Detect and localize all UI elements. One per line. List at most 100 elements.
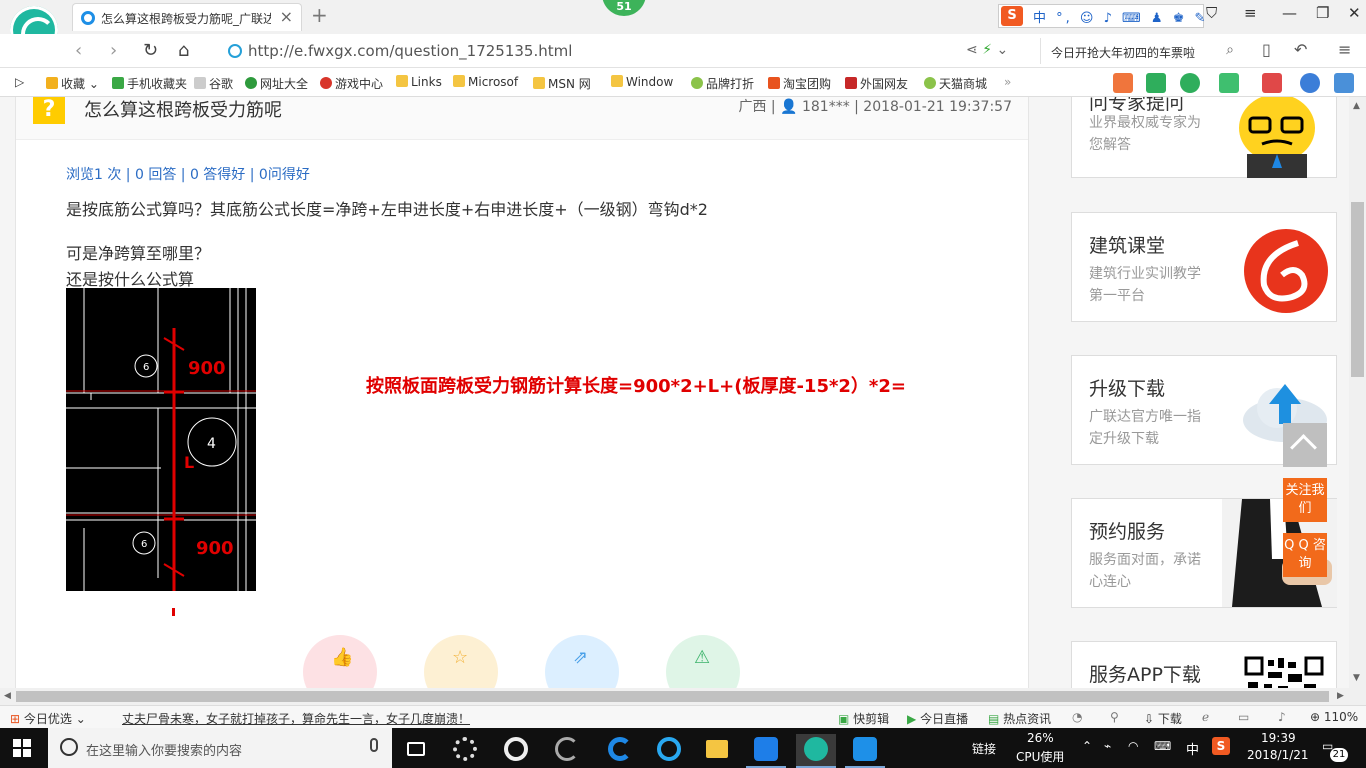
side-card-course[interactable]: 建筑课堂 建筑行业实训教学第一平台 — [1071, 212, 1337, 322]
360-browser-icon[interactable] — [496, 734, 536, 768]
more-menu-icon[interactable]: ≡ — [1338, 40, 1351, 59]
apps-icon[interactable] — [1334, 73, 1354, 93]
like-button[interactable]: 👍 — [303, 635, 377, 688]
side-card-app[interactable]: 服务APP下载 — [1071, 641, 1337, 688]
fav-item[interactable]: 游戏中心 — [320, 75, 383, 92]
swirl-app-icon[interactable] — [547, 734, 587, 768]
browser-taskbar-icon[interactable] — [796, 734, 836, 768]
clock-time[interactable]: 19:39 — [1261, 731, 1296, 745]
folder-icon — [611, 75, 623, 87]
fav-item[interactable]: Window — [611, 75, 673, 89]
shield-icon[interactable] — [1180, 73, 1200, 93]
usb-icon[interactable]: ⌁ — [1104, 739, 1111, 753]
horizontal-scrollbar[interactable]: ◀ ▶ — [0, 688, 1366, 705]
cad-dimension-tail — [172, 608, 175, 616]
file-explorer-icon[interactable] — [698, 734, 738, 768]
back-to-top-button[interactable] — [1283, 423, 1327, 467]
pin-icon[interactable]: ⚲ — [1110, 710, 1119, 724]
qq-consult-button[interactable]: Q Q 咨询 — [1283, 533, 1327, 577]
menu-icon[interactable]: ≡ — [1244, 4, 1257, 22]
share-icon[interactable]: ⋖ ⚡ ⌄ — [966, 42, 1008, 58]
news-ticker-link[interactable]: 丈夫尸骨未寒，女子就打掉孩子，算命先生一言，女子几度崩溃！ — [122, 710, 470, 727]
minimize-button[interactable]: — — [1282, 4, 1297, 22]
kuaijian-button[interactable]: ▣ 快剪辑 — [838, 710, 889, 727]
clock-date[interactable]: 2018/1/21 — [1247, 748, 1309, 762]
search-box[interactable]: 今日开抢大年初四的车票啦 ⌕ — [1040, 38, 1240, 64]
tray-expand-icon[interactable]: ⌃ — [1082, 739, 1092, 753]
scissors-icon[interactable] — [1262, 73, 1282, 93]
vertical-scrollbar[interactable]: ▲ ▼ — [1349, 97, 1366, 688]
search-icon[interactable]: ⌕ — [1226, 42, 1234, 58]
scroll-left-icon[interactable]: ◀ — [4, 691, 11, 701]
task-view-icon[interactable] — [396, 734, 436, 768]
tab-close-icon[interactable]: × — [280, 7, 293, 26]
ime-indicator[interactable]: 中 — [1186, 739, 1199, 758]
speed-icon[interactable]: ◔ — [1072, 710, 1082, 724]
maximize-button[interactable]: ❐ — [1316, 4, 1329, 22]
taskbar-search-box[interactable]: 在这里输入你要搜索的内容 — [48, 728, 392, 768]
follow-us-button[interactable]: 关注我们 — [1283, 478, 1327, 522]
skin-icon[interactable]: ⛉ — [1206, 4, 1217, 22]
url-field[interactable]: http://e.fwxgx.com/question_1725135.html — [220, 38, 1034, 64]
fav-item[interactable]: Links — [396, 75, 442, 89]
side-card-expert[interactable]: 问专家提问 业界最权威专家为您解答 — [1071, 97, 1337, 178]
fav-item[interactable]: Microsof — [453, 75, 518, 89]
ie-mode-icon[interactable]: ℯ — [1202, 710, 1209, 724]
back-icon[interactable]: ‹ — [75, 40, 82, 61]
wifi-icon[interactable]: ◠ — [1128, 739, 1138, 753]
new-tab-button[interactable]: + — [311, 3, 328, 27]
zoom-level[interactable]: ⊕ 110% — [1310, 710, 1358, 724]
vertical-scroll-thumb[interactable] — [1351, 202, 1364, 377]
fav-item[interactable]: 品牌打折 — [691, 75, 754, 92]
forward-icon[interactable]: › — [110, 40, 117, 61]
download-button[interactable]: ⇩ 下载 — [1144, 710, 1182, 727]
report-button[interactable]: ⚠ — [666, 635, 740, 688]
daily-picks[interactable]: ⊞ 今日优选 ⌄ — [10, 710, 86, 727]
fav-item[interactable]: 天猫商城 — [924, 75, 987, 92]
plus-app-icon[interactable] — [845, 734, 885, 768]
keyboard-icon[interactable]: ⌨ — [1154, 739, 1171, 753]
window-mode-icon[interactable]: ▭ — [1238, 710, 1249, 724]
edge-icon[interactable] — [600, 734, 640, 768]
active-tab[interactable]: 怎么算这根跨板受力筋呢_广联达 × — [72, 3, 302, 31]
lightning-icon[interactable]: ⚡ — [982, 42, 992, 58]
fan-app-icon[interactable] — [445, 734, 485, 768]
microphone-icon[interactable] — [370, 738, 378, 752]
fav-item[interactable]: 谷歌 — [194, 75, 233, 92]
discount-icon[interactable] — [1113, 73, 1133, 93]
glodon-app-icon[interactable] — [746, 734, 786, 768]
volume-icon[interactable]: ♪ — [1278, 710, 1286, 724]
windows-start-icon[interactable] — [13, 739, 31, 757]
extension-icon[interactable] — [1219, 73, 1239, 93]
close-window-button[interactable]: ✕ — [1348, 4, 1361, 22]
notification-badge[interactable]: 51 — [602, 0, 646, 16]
refresh-icon[interactable]: ↻ — [143, 40, 158, 61]
fav-item[interactable]: 网址大全 — [245, 75, 308, 92]
ime-toolbar[interactable]: S 中 °, ☺ ♪ ⌨ ♟ ♚ ✎ — [998, 4, 1205, 28]
favorite-button[interactable]: ☆ — [424, 635, 498, 688]
reader-icon[interactable] — [1146, 73, 1166, 93]
sogou-tray-icon[interactable]: S — [1212, 737, 1230, 755]
live-button[interactable]: ▶ 今日直播 — [907, 710, 968, 727]
fav-item[interactable]: 外国网友 — [845, 75, 908, 92]
fav-item[interactable]: 收藏 ⌄ — [46, 75, 99, 92]
search-tool-icon[interactable] — [1300, 73, 1320, 93]
hot-news-button[interactable]: ▤ 热点资讯 — [988, 710, 1051, 727]
tray-link-label[interactable]: 链接 — [972, 740, 996, 757]
ie-icon[interactable] — [649, 734, 689, 768]
fav-item[interactable]: MSN 网 — [533, 75, 591, 92]
undo-icon[interactable]: ↶ — [1294, 40, 1307, 59]
scroll-right-icon[interactable]: ▶ — [1337, 691, 1344, 701]
fav-item[interactable]: 手机收藏夹 — [112, 75, 187, 92]
cad-drawing-image[interactable]: 6 4 6 900 L 900 — [66, 288, 256, 591]
phone-icon[interactable]: ▯ — [1262, 40, 1271, 59]
sidebar-toggle-icon[interactable]: ▷ — [15, 75, 24, 89]
question-stats[interactable]: 浏览1 次 | 0 回答 | 0 答得好 | 0问得好 — [66, 164, 310, 184]
more-favorites-icon[interactable]: » — [1004, 75, 1011, 89]
fav-item[interactable]: 淘宝团购 — [768, 75, 831, 92]
scroll-up-icon[interactable]: ▲ — [1353, 101, 1360, 111]
home-icon[interactable]: ⌂ — [178, 40, 189, 61]
horizontal-scroll-thumb[interactable] — [16, 691, 1329, 702]
scroll-down-icon[interactable]: ▼ — [1353, 673, 1360, 683]
share-button[interactable]: ⇗ — [545, 635, 619, 688]
